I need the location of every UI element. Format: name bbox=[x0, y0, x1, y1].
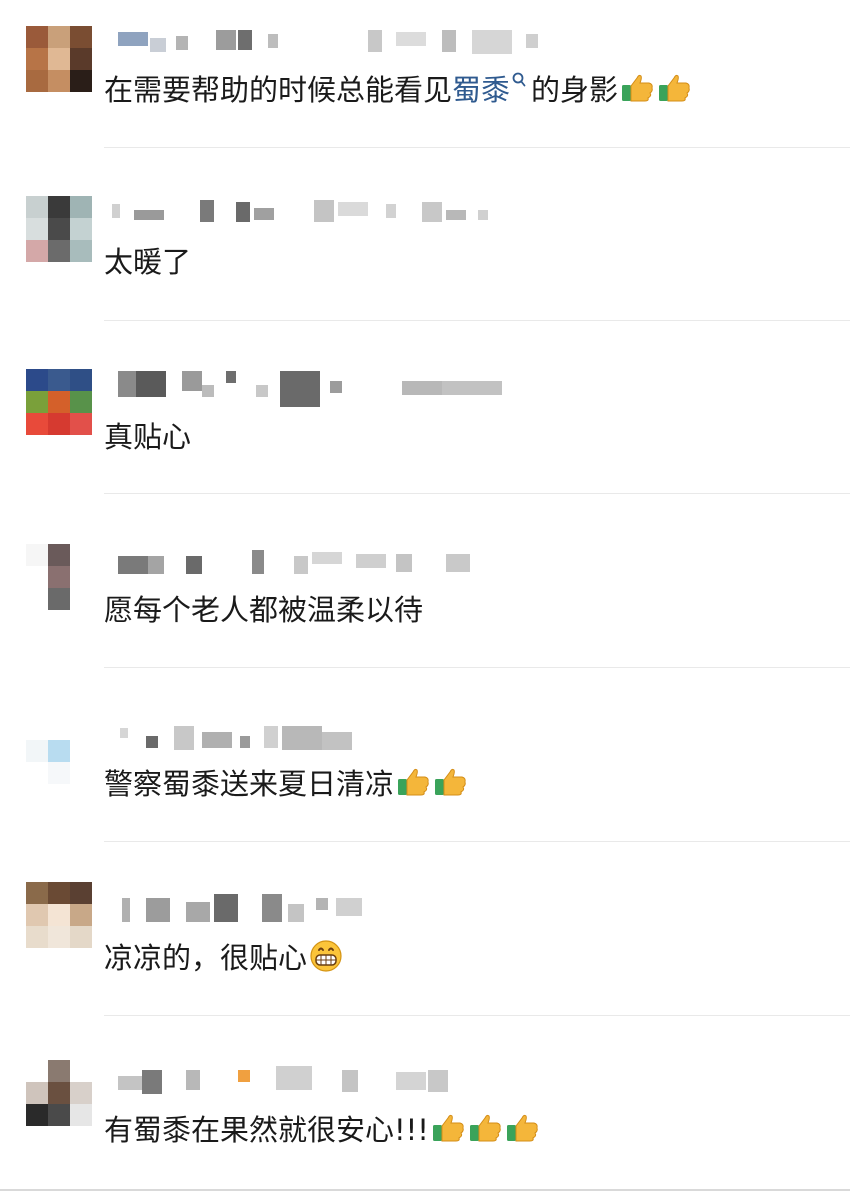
username-blurred[interactable] bbox=[106, 371, 706, 407]
thumbs-up-icon bbox=[430, 1110, 466, 1146]
username-blurred[interactable] bbox=[106, 30, 706, 60]
thumbs-up-icon bbox=[656, 70, 692, 106]
comment-item: 太暖了 bbox=[0, 148, 850, 321]
comment-text: 警察蜀黍送来夏日清凉 bbox=[104, 764, 468, 804]
search-icon[interactable] bbox=[511, 70, 529, 92]
comment-text: 凉凉的，很贴心 bbox=[104, 938, 344, 978]
thumbs-up-icon bbox=[395, 764, 431, 800]
comment-text-part: 在需要帮助的时候总能看见 bbox=[104, 73, 453, 107]
comment-item: 有蜀黍在果然就很安心!!! bbox=[0, 1016, 850, 1192]
comment-item: 真贴心 bbox=[0, 321, 850, 494]
avatar[interactable] bbox=[26, 882, 92, 948]
avatar[interactable] bbox=[26, 718, 92, 784]
comment-text-part: 太暖了 bbox=[104, 245, 192, 279]
username-blurred[interactable] bbox=[106, 1066, 706, 1096]
username-blurred[interactable] bbox=[106, 550, 706, 580]
thumbs-up-icon bbox=[619, 70, 655, 106]
comment-text-part: 有蜀黍在果然就很安心!!! bbox=[104, 1113, 429, 1147]
comment-text-part: 真贴心 bbox=[104, 420, 192, 454]
comment-text: 有蜀黍在果然就很安心!!! bbox=[104, 1110, 540, 1150]
comment-text-part: 愿每个老人都被温柔以待 bbox=[104, 593, 424, 627]
comment-item: 在需要帮助的时候总能看见蜀黍 的身影 bbox=[0, 0, 850, 148]
comment-text-part: 警察蜀黍送来夏日清凉 bbox=[104, 767, 395, 801]
username-blurred[interactable] bbox=[106, 200, 706, 230]
comment-text: 在需要帮助的时候总能看见蜀黍 的身影 bbox=[104, 70, 692, 110]
comment-text: 真贴心 bbox=[104, 417, 191, 457]
grinning-face-icon bbox=[308, 938, 344, 974]
comment-text-part: 的身影 bbox=[531, 73, 619, 107]
avatar[interactable] bbox=[26, 1060, 92, 1126]
comment-item: 警察蜀黍送来夏日清凉 bbox=[0, 668, 850, 842]
thumbs-up-icon bbox=[432, 764, 468, 800]
comment-text: 愿每个老人都被温柔以待 bbox=[104, 590, 423, 630]
topic-link[interactable]: 蜀黍 bbox=[452, 73, 510, 107]
username-blurred[interactable] bbox=[106, 894, 706, 924]
avatar[interactable] bbox=[26, 196, 92, 262]
comment-text-part: 凉凉的，很贴心 bbox=[104, 941, 308, 975]
avatar[interactable] bbox=[26, 369, 92, 435]
comment-text: 太暖了 bbox=[104, 242, 191, 282]
comment-item: 愿每个老人都被温柔以待 bbox=[0, 494, 850, 668]
thumbs-up-icon bbox=[504, 1110, 540, 1146]
username-blurred[interactable] bbox=[106, 726, 706, 756]
avatar[interactable] bbox=[26, 544, 92, 610]
thumbs-up-icon bbox=[467, 1110, 503, 1146]
comment-item: 凉凉的，很贴心 bbox=[0, 842, 850, 1016]
avatar[interactable] bbox=[26, 26, 92, 92]
bottom-border bbox=[0, 1189, 850, 1191]
